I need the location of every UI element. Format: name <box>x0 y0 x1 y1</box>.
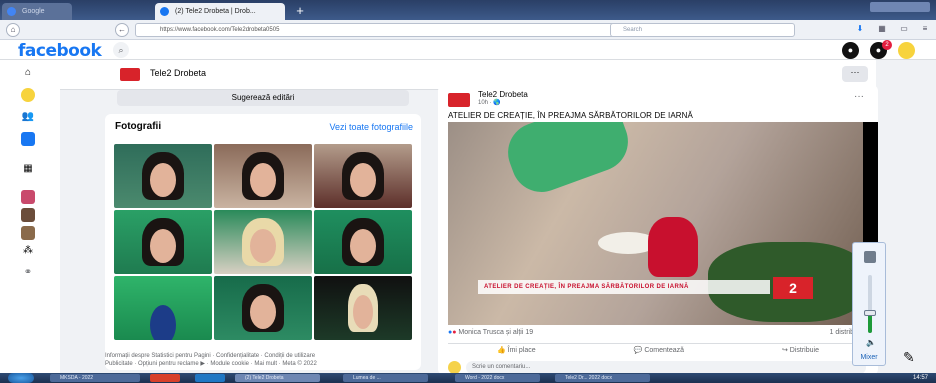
window-controls[interactable] <box>870 2 930 12</box>
browser-search-input[interactable]: Search <box>610 23 795 37</box>
avatar[interactable] <box>898 42 915 59</box>
profile-icon[interactable] <box>21 88 35 102</box>
home-icon[interactable]: ⌂ <box>21 66 35 80</box>
taskbar-item[interactable]: Tele2 Dr... 2022 docx <box>555 374 650 382</box>
photos-title: Fotografii <box>115 121 162 132</box>
tele2-logo: 2 <box>773 277 813 299</box>
cursor-icon: ✎ <box>903 349 915 365</box>
messenger-icon[interactable]: ● <box>842 42 859 59</box>
browser-tab-bar: Google (2) Tele2 Drobeta | Drob... + <box>0 0 936 20</box>
library-icon[interactable]: ▦ <box>875 23 889 37</box>
back-button[interactable]: ← <box>115 23 129 37</box>
like-label: Îmi place <box>507 347 536 354</box>
facebook-header: facebook ⌕ ● ● 2 <box>0 40 936 61</box>
post-card: Tele2 Drobeta 10h · 🌎 ··· ATELIER DE CRE… <box>438 85 878 375</box>
photo-thumbnail[interactable] <box>114 276 212 340</box>
download-icon[interactable]: ⬇ <box>853 23 867 37</box>
search-placeholder: Search <box>623 27 643 33</box>
google-icon <box>7 7 16 16</box>
mute-icon[interactable]: 🔈 <box>866 338 876 347</box>
taskbar-item[interactable]: Word - 2022 docx <box>455 374 540 382</box>
more-button[interactable]: ··· <box>842 66 868 82</box>
start-button[interactable] <box>8 373 34 383</box>
photo-thumbnail[interactable] <box>214 276 312 340</box>
volume-popup: 🔈 Mixer <box>852 242 886 366</box>
group-icon[interactable] <box>21 226 35 240</box>
link-icon[interactable]: ⚭ <box>21 266 35 280</box>
comment-label: Comentează <box>644 347 685 354</box>
photo-thumbnail[interactable] <box>214 144 312 208</box>
apps-icon[interactable]: ▦ <box>21 162 35 176</box>
post-options-icon[interactable]: ··· <box>854 91 864 102</box>
home-icon[interactable]: ⌂ <box>6 23 20 37</box>
search-icon[interactable]: ⌕ <box>113 42 129 58</box>
footer-line: Publicitate · Opțiuni pentru reclame ▶ ·… <box>105 361 317 367</box>
facebook-logo[interactable]: facebook <box>18 41 102 61</box>
volume-slider[interactable] <box>864 275 876 333</box>
photo-thumbnail[interactable] <box>314 276 412 340</box>
left-column: Sugerează editări Fotografii Vezi toate … <box>105 90 425 373</box>
taskbar-clock[interactable]: 14:57 <box>913 373 928 383</box>
left-rail: ⌂ 👥 ▦ ⁂ ⚭ <box>0 60 60 373</box>
notification-badge: 2 <box>882 40 892 50</box>
photo-grid <box>114 144 412 340</box>
sidebar-icon[interactable]: ▭ <box>897 23 911 37</box>
photo-thumbnail[interactable] <box>214 210 312 274</box>
taskbar-item[interactable]: (2) Tele2 Drobeta <box>235 374 320 382</box>
group-icon[interactable] <box>21 190 35 204</box>
tab-label: (2) Tele2 Drobeta | Drob... <box>175 8 256 15</box>
address-bar[interactable]: https://www.facebook.com/Tele2drobeta050… <box>135 23 615 37</box>
page-footer: Informații despre Statistici pentru Pagi… <box>105 352 415 368</box>
photo-thumbnail[interactable] <box>114 210 212 274</box>
groups-icon[interactable]: ⁂ <box>21 244 35 258</box>
page-logo[interactable] <box>120 68 140 81</box>
new-tab-button[interactable]: + <box>288 3 312 19</box>
mixer-link[interactable]: Mixer <box>853 354 885 361</box>
like-button[interactable]: 👍 Îmi place <box>497 344 536 357</box>
taskbar: MKSDA - 2022 (2) Tele2 Drobeta Lumea de … <box>0 373 936 383</box>
speaker-icon <box>864 251 876 263</box>
footer-line: Informații despre Statistici pentru Pagi… <box>105 353 316 359</box>
suggest-edits-button[interactable]: Sugerează editări <box>117 90 409 106</box>
photo-thumbnail[interactable] <box>314 144 412 208</box>
tab-google[interactable]: Google <box>2 3 72 20</box>
taskbar-item[interactable]: MKSDA - 2022 <box>50 374 140 382</box>
volume-knob[interactable] <box>864 309 876 316</box>
page-name[interactable]: Tele2 Drobeta <box>150 68 206 78</box>
reactions-summary[interactable]: ●● Monica Trusca și alții 19 <box>448 329 533 336</box>
comment-icon: 💬 <box>633 347 645 354</box>
see-all-photos-link[interactable]: Vezi toate fotografiile <box>329 122 413 132</box>
browser-icon[interactable] <box>195 374 225 382</box>
photo-thumbnail[interactable] <box>314 210 412 274</box>
like-icon: 👍 <box>496 347 508 354</box>
menu-icon[interactable]: ≡ <box>918 23 932 37</box>
comment-button[interactable]: 💬 Comentează <box>634 344 684 357</box>
photos-card: Fotografii Vezi toate fotografiile <box>105 114 421 370</box>
volume-level <box>868 312 872 333</box>
video-banner: ATELIER DE CREAȚIE, ÎN PREAJMA SĂRBĂTORI… <box>478 280 770 294</box>
tab-label: Google <box>22 8 45 15</box>
share-icon: ↪ <box>781 347 790 354</box>
post-text: ATELIER DE CREAȚIE, ÎN PREAJMA SĂRBĂTORI… <box>448 111 693 120</box>
share-button[interactable]: ↪ Distribuie <box>782 344 819 357</box>
post-author-logo[interactable] <box>448 93 470 107</box>
post-video[interactable]: ATELIER DE CREAȚIE, ÎN PREAJMA SĂRBĂTORI… <box>448 122 878 325</box>
shares-count[interactable]: 1 distrib <box>829 329 854 336</box>
love-reaction-icon: ● <box>452 329 457 336</box>
reactions-text: Monica Trusca și alții 19 <box>458 329 534 336</box>
photo-thumbnail[interactable] <box>114 144 212 208</box>
url-text: https://www.facebook.com/Tele2drobeta050… <box>160 27 280 33</box>
browser-nav-bar: ⌂ ← https://www.facebook.com/Tele2drobet… <box>0 20 936 40</box>
facebook-icon <box>160 7 169 16</box>
tab-facebook[interactable]: (2) Tele2 Drobeta | Drob... <box>155 3 285 20</box>
watch-icon[interactable] <box>21 132 35 146</box>
share-label: Distribuie <box>789 347 819 354</box>
post-author[interactable]: Tele2 Drobeta <box>478 90 528 99</box>
group-icon[interactable] <box>21 208 35 222</box>
post-time[interactable]: 10h · 🌎 <box>478 99 501 106</box>
chrome-icon[interactable] <box>150 374 180 382</box>
post-actions: 👍 Îmi place 💬 Comentează ↪ Distribuie <box>448 343 868 357</box>
friends-icon[interactable]: 👥 <box>21 110 35 124</box>
taskbar-item[interactable]: Lumea de ... <box>343 374 428 382</box>
